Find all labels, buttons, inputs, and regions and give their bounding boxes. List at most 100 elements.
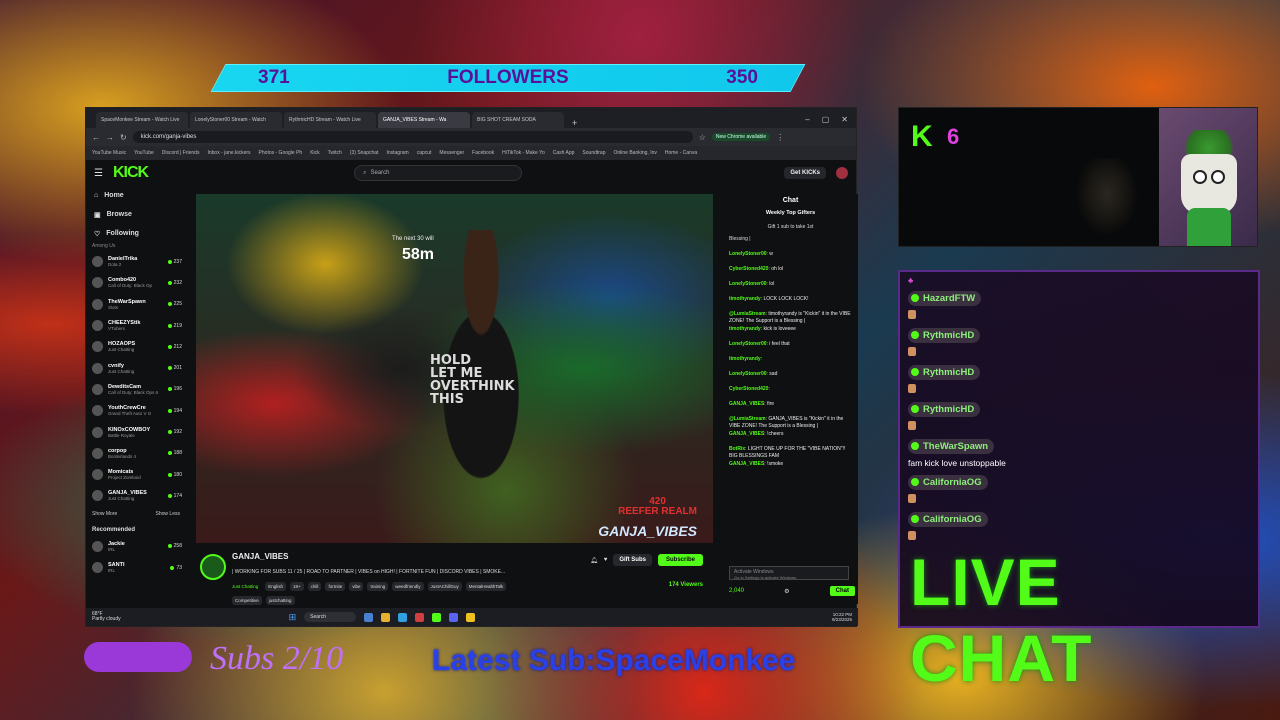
sidebar-channel[interactable]: YouthCrewCre Grand Theft Auto V G 194 — [86, 400, 186, 421]
bookmark-item[interactable]: Facebook — [472, 150, 494, 156]
tag[interactable]: MentalHealthTalk — [465, 582, 507, 591]
sidebar-item-following[interactable]: ♡ Following — [86, 224, 186, 243]
user-avatar[interactable] — [836, 167, 848, 179]
bookmark-item[interactable]: Cash App — [553, 150, 575, 156]
kick-points[interactable]: 2,040 — [729, 588, 744, 594]
sidebar-item-home[interactable]: ⌂ Home — [86, 186, 186, 205]
sidebar-channel[interactable]: HOZAOPS Just Chatting 212 — [86, 336, 186, 357]
sidebar-item-browse[interactable]: ▣ Browse — [86, 205, 186, 224]
chat-input[interactable]: Activate Windows Go to Settings to activ… — [729, 566, 849, 580]
chat-username[interactable]: LonelyStoner00 — [729, 341, 767, 347]
bookmark-item[interactable]: Discord | Friends — [162, 150, 200, 156]
video-player[interactable]: The next 30 will 58m HOLD LET ME OVERTHI… — [196, 194, 713, 543]
bookmark-item[interactable]: Soundtrap — [582, 150, 605, 156]
show-more-button[interactable]: Show More — [92, 511, 117, 517]
bookmark-item[interactable]: capcut — [417, 150, 432, 156]
kick-logo[interactable]: KICK — [113, 164, 149, 182]
new-tab-button[interactable]: + — [566, 118, 583, 128]
bookmark-item[interactable]: Kick — [310, 150, 319, 156]
forward-icon[interactable]: → — [106, 133, 114, 142]
chat-username[interactable]: BotRix — [729, 446, 745, 452]
bookmark-item[interactable]: Instagram — [386, 150, 408, 156]
kick-app-icon[interactable] — [432, 612, 442, 622]
close-icon[interactable]: ✕ — [841, 115, 848, 124]
menu-icon[interactable]: ⋮ — [776, 133, 784, 142]
reload-icon[interactable]: ↻ — [120, 133, 127, 142]
stream-category[interactable]: Just Chatting — [232, 582, 261, 591]
weather-widget[interactable]: 68°F Partly cloudy — [92, 612, 121, 622]
chat-username[interactable]: GANJA_VIBES — [729, 431, 764, 437]
bookmark-item[interactable]: Home - Canva — [665, 150, 697, 156]
browser-tab[interactable]: LonelyStoner00 Stream - Watch — [190, 112, 282, 128]
tag[interactable]: 18+ — [290, 582, 304, 591]
maximize-icon[interactable]: ▢ — [822, 115, 830, 124]
bookmark-item[interactable]: Inbox - jane.kickers — [207, 150, 250, 156]
tag[interactable]: justchatting — [265, 596, 295, 605]
minimize-icon[interactable]: – — [805, 115, 809, 124]
chat-username[interactable]: timothyrandy — [729, 296, 761, 302]
taskbar-search[interactable]: Search — [304, 612, 357, 622]
chat-send-button[interactable]: Chat — [829, 586, 855, 596]
chat-username[interactable]: timothyrandy — [729, 356, 761, 362]
chat-username[interactable]: GANJA_VIBES — [729, 401, 764, 407]
sidebar-channel[interactable]: TheWarSpawn Slots 225 — [86, 294, 186, 315]
tag[interactable]: English — [265, 582, 287, 591]
recommended-channel[interactable]: SANTI IRL 73 — [86, 557, 186, 578]
chrome-icon[interactable] — [466, 612, 476, 622]
chrome-update-badge[interactable]: New Chrome available — [711, 133, 771, 141]
browser-tab[interactable]: SpaceMonkee Stream - Watch Live — [96, 112, 188, 128]
chat-username[interactable]: GANJA_VIBES — [729, 461, 764, 467]
bookmark-star-icon[interactable]: ☆ — [699, 133, 706, 142]
browser-tab-active[interactable]: GANJA_VIBES Stream - Wa — [378, 112, 470, 128]
sidebar-channel[interactable]: CHEEZYStik VTubers 219 — [86, 315, 186, 336]
sidebar-channel[interactable]: Combo420 Call of Duty: Black Op 232 — [86, 272, 186, 293]
address-bar[interactable]: kick.com/ganja-vibes — [132, 131, 693, 143]
sidebar-channel[interactable]: cvnify Just Chatting 201 — [86, 357, 186, 378]
search-input[interactable]: ⌕ Search — [354, 165, 523, 181]
discord-icon[interactable] — [449, 612, 459, 622]
tag[interactable]: JustAChillGuy — [427, 582, 462, 591]
app-icon[interactable] — [415, 612, 425, 622]
recommended-channel[interactable]: Jackie IRL 258 — [86, 536, 186, 557]
clock[interactable]: 10:22 PM 9/23/2025 — [832, 612, 852, 622]
chat-username[interactable]: CyberStoned420 — [729, 386, 768, 392]
tag[interactable]: vibe — [349, 582, 364, 591]
streamer-avatar[interactable] — [200, 554, 226, 580]
sidebar-channel[interactable]: DewditsCam Call of Duty: Black Ops 6 196 — [86, 379, 186, 400]
windows-start-icon[interactable]: ⊞ — [289, 612, 297, 623]
bookmark-item[interactable]: HiTikTok - Make Yo — [502, 150, 545, 156]
bookmark-item[interactable]: Photos - Google Ph — [259, 150, 303, 156]
show-less-button[interactable]: Show Less — [156, 511, 180, 517]
browser-tab[interactable]: RythmicHD Stream - Watch Live — [284, 112, 376, 128]
bookmark-item[interactable]: YouTube — [134, 150, 154, 156]
sidebar-channel[interactable]: corpop Borderlands 4 188 — [86, 443, 186, 464]
chat-username[interactable]: LonelyStoner00 — [729, 281, 767, 287]
sidebar-channel[interactable]: GANJA_VIBES Just Chatting 174 — [86, 485, 186, 506]
chat-username[interactable]: @LumiaStream — [729, 416, 766, 422]
sidebar-channel[interactable]: DanielTrika Dota 2 237 — [86, 251, 186, 272]
notification-bell-icon[interactable]: 🔔︎ — [590, 557, 598, 564]
taskview-icon[interactable] — [364, 612, 374, 622]
back-icon[interactable]: ← — [92, 133, 100, 142]
tag[interactable]: chill — [307, 582, 322, 591]
subscribe-button[interactable]: Subscribe — [657, 554, 703, 566]
bookmark-item[interactable]: YouTube Music — [92, 150, 126, 156]
tag[interactable]: training — [367, 582, 389, 591]
chat-settings-icon[interactable]: ⚙ — [784, 588, 789, 595]
bookmark-item[interactable]: Twitch — [328, 150, 342, 156]
follow-heart-icon[interactable]: ♥ — [604, 557, 608, 563]
bookmark-item[interactable]: Online Banking, Inv — [614, 150, 657, 156]
chat-username[interactable]: @LumiaStream — [729, 311, 766, 317]
tag[interactable]: weedfriendly — [392, 582, 424, 591]
chat-username[interactable]: LonelyStoner00 — [729, 371, 767, 377]
streamer-name[interactable]: GANJA_VIBES — [232, 552, 288, 561]
get-kicks-button[interactable]: Get KICKs — [784, 167, 826, 179]
tag[interactable]: fortnite — [325, 582, 346, 591]
bookmark-item[interactable]: (3) Snapchat — [350, 150, 379, 156]
sidebar-channel[interactable]: KINOxCOWBOY Battle Royale 192 — [86, 421, 186, 442]
gift-subs-button[interactable]: Gift Subs — [613, 554, 652, 566]
chat-username[interactable]: LonelyStoner00 — [729, 251, 767, 257]
sidebar-channel[interactable]: Momicats Project Zomboid 180 — [86, 464, 186, 485]
file-explorer-icon[interactable] — [381, 612, 391, 622]
edge-icon[interactable] — [398, 612, 408, 622]
